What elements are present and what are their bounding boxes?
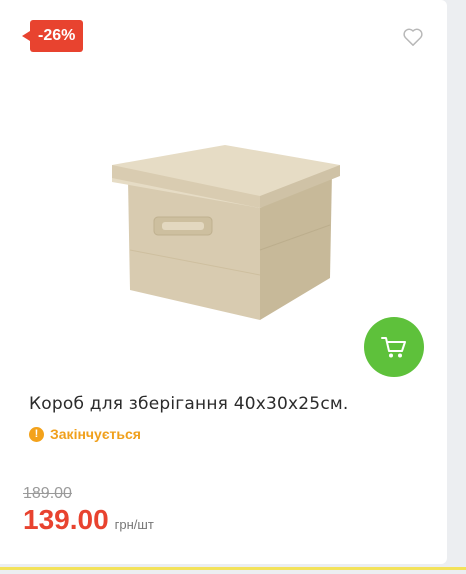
price-unit: грн/шт xyxy=(114,517,154,532)
current-price: 139.00 xyxy=(23,504,109,535)
old-price: 189.00 xyxy=(23,485,72,502)
cart-icon xyxy=(381,337,406,358)
bottom-divider xyxy=(0,567,466,570)
stock-status-label: Закінчується xyxy=(50,426,141,442)
warning-icon: ! xyxy=(29,426,44,442)
add-to-cart-button[interactable] xyxy=(364,317,424,377)
heart-icon[interactable] xyxy=(402,27,424,47)
stock-status: ! Закінчується xyxy=(29,426,141,442)
product-card[interactable]: -26% Короб для зберігання 40x30x25см. ! … xyxy=(0,0,447,564)
price-row: 139.00 грн/шт xyxy=(23,504,154,536)
discount-badge: -26% xyxy=(21,20,84,52)
product-image[interactable] xyxy=(100,130,340,330)
product-title[interactable]: Короб для зберігання 40x30x25см. xyxy=(29,394,349,414)
